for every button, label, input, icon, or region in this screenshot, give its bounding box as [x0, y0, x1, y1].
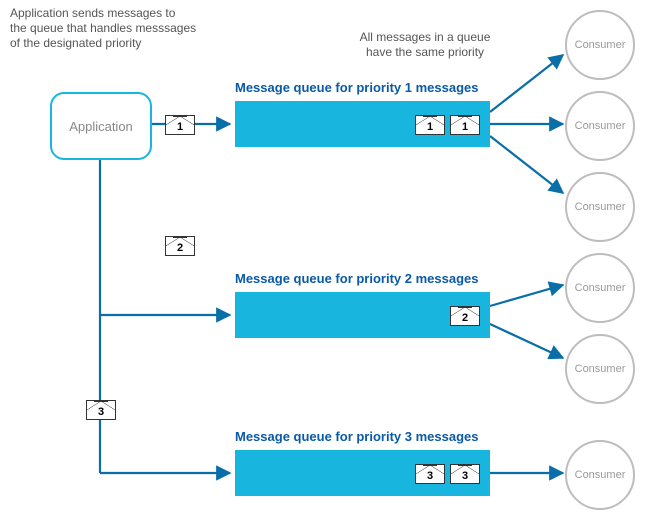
queue-priority-2: 2 [235, 292, 490, 338]
application-caption: Application sends messages to the queue … [10, 6, 220, 51]
consumer-node: Consumer [565, 334, 635, 404]
message-priority-label: 3 [98, 406, 104, 418]
queue-title-priority-3: Message queue for priority 3 messages [235, 429, 478, 444]
consumer-node: Consumer [565, 440, 635, 510]
queue-title-priority-2: Message queue for priority 2 messages [235, 271, 478, 286]
application-label: Application [69, 119, 133, 134]
outgoing-message-priority-1: 1 [165, 115, 195, 135]
queue-caption: All messages in a queue have the same pr… [335, 30, 515, 60]
consumer-label: Consumer [575, 469, 626, 481]
application-node: Application [50, 92, 152, 160]
message-priority-label: 3 [427, 470, 433, 482]
message-priority-label: 3 [462, 470, 468, 482]
consumer-label: Consumer [575, 39, 626, 51]
consumer-label: Consumer [575, 201, 626, 213]
consumer-node: Consumer [565, 172, 635, 242]
queued-message: 2 [450, 306, 480, 326]
outgoing-message-priority-2: 2 [165, 236, 195, 256]
message-priority-label: 1 [177, 121, 183, 133]
consumer-label: Consumer [575, 282, 626, 294]
outgoing-message-priority-3: 3 [86, 400, 116, 420]
queued-message: 1 [450, 115, 480, 135]
message-priority-label: 2 [177, 242, 183, 254]
queued-message: 3 [415, 464, 445, 484]
queue-priority-3: 3 3 [235, 450, 490, 496]
diagram-canvas: Application sends messages to the queue … [0, 0, 649, 527]
queue-title-priority-1: Message queue for priority 1 messages [235, 80, 478, 95]
message-priority-label: 1 [462, 121, 468, 133]
queue-priority-1: 1 1 [235, 101, 490, 147]
consumer-node: Consumer [565, 10, 635, 80]
consumer-label: Consumer [575, 120, 626, 132]
message-priority-label: 2 [462, 312, 468, 324]
consumer-node: Consumer [565, 253, 635, 323]
queued-message: 1 [415, 115, 445, 135]
consumer-node: Consumer [565, 91, 635, 161]
queued-message: 3 [450, 464, 480, 484]
message-priority-label: 1 [427, 121, 433, 133]
consumer-label: Consumer [575, 363, 626, 375]
